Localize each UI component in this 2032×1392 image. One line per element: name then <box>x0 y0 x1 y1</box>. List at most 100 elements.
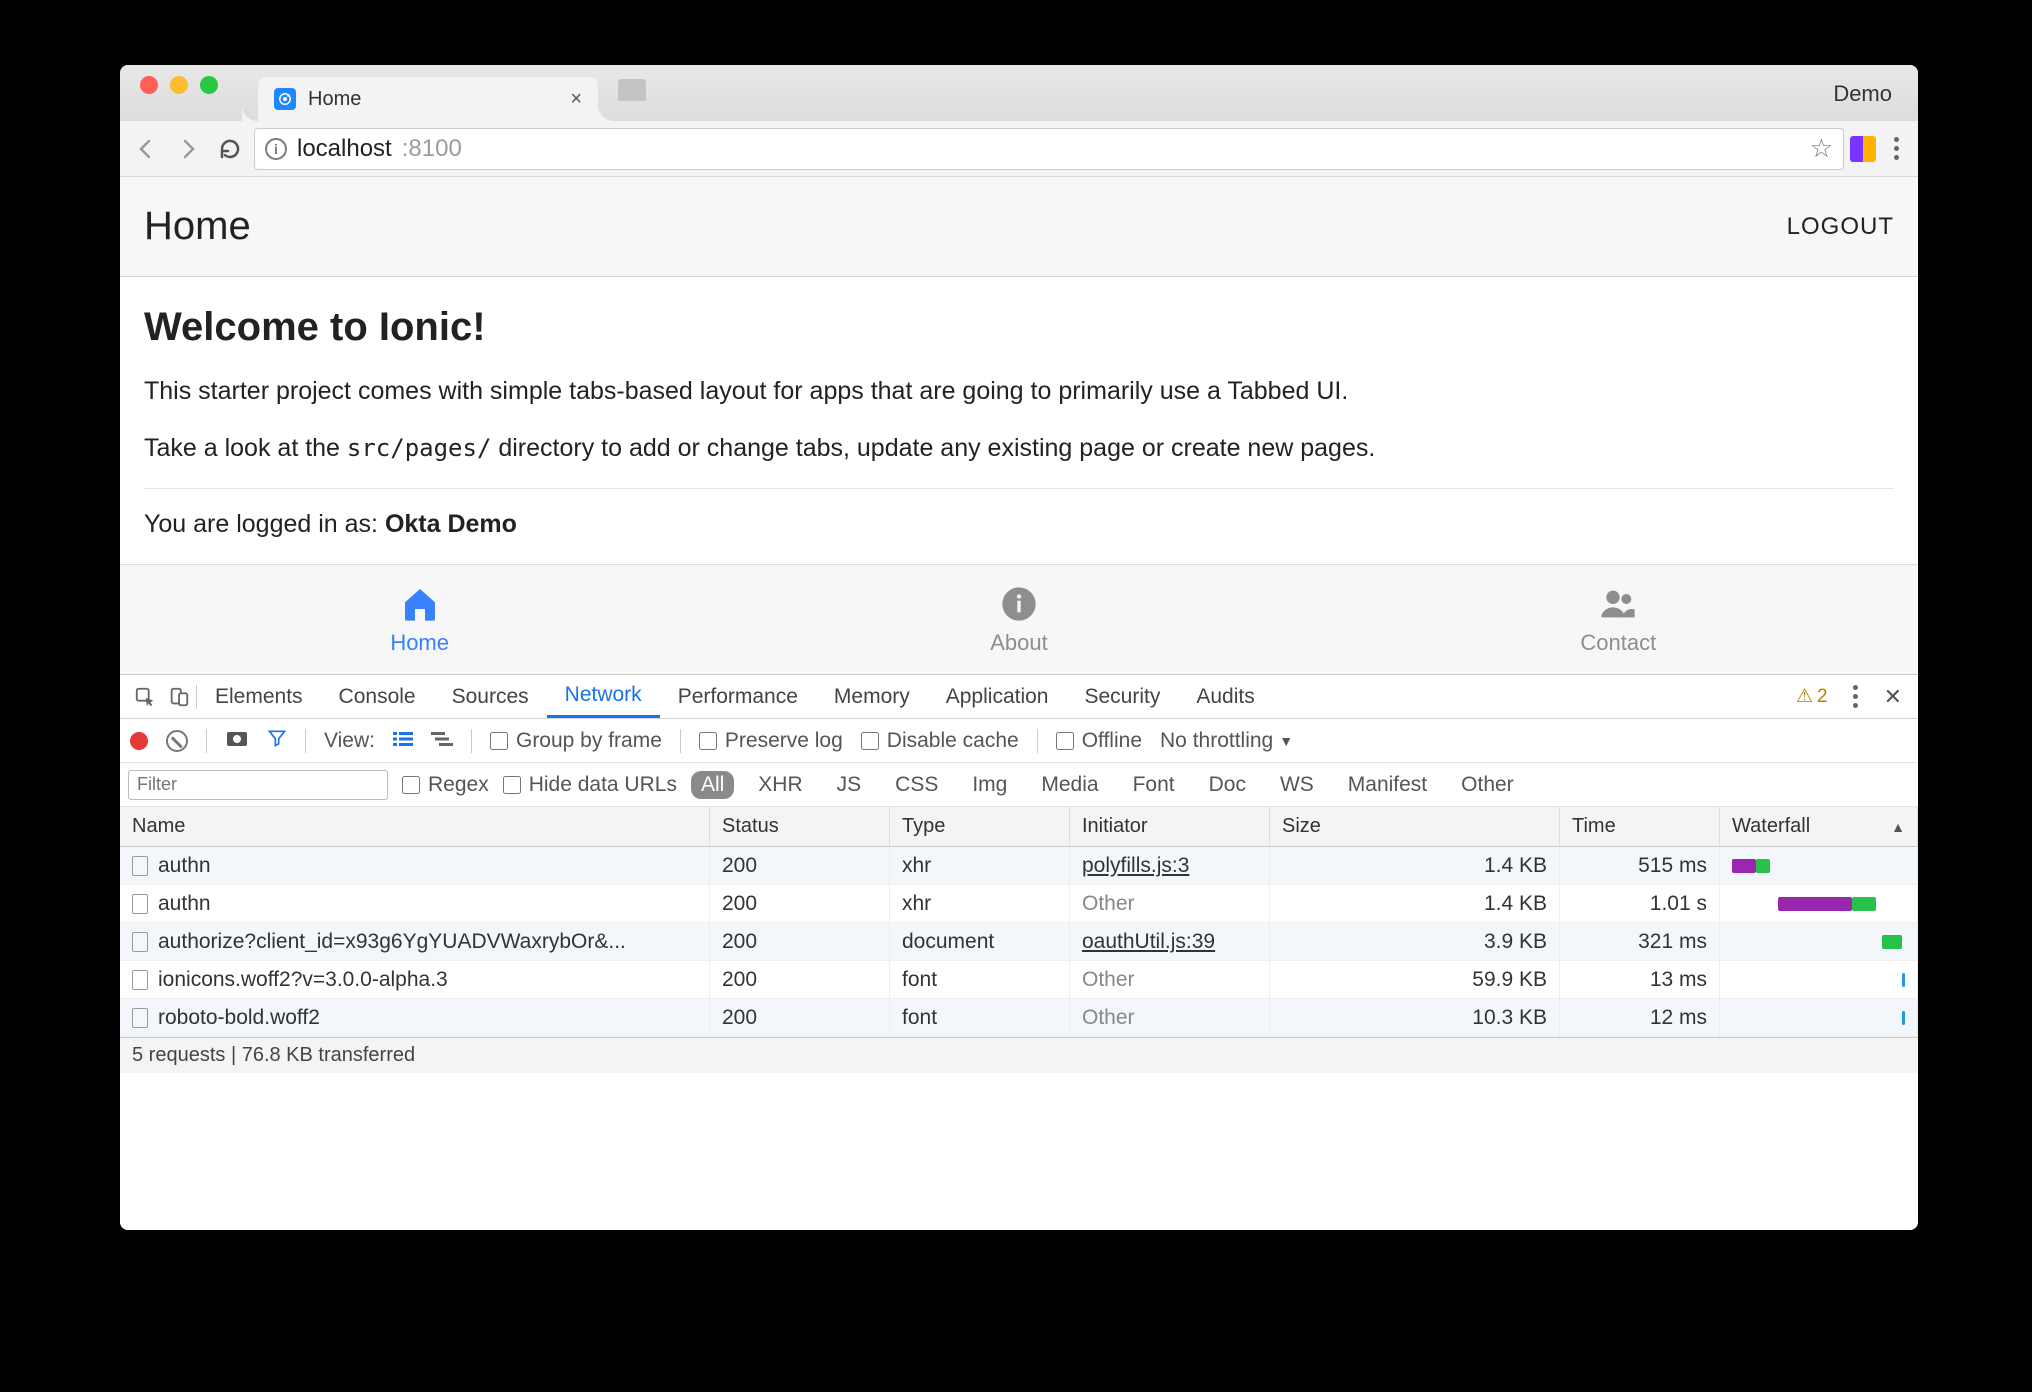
hide-data-urls-checkbox[interactable]: Hide data URLs <box>503 773 677 797</box>
screenshot-icon[interactable] <box>225 728 249 754</box>
table-row[interactable]: ionicons.woff2?v=3.0.0-alpha.3200fontOth… <box>120 961 1918 999</box>
filter-type-all[interactable]: All <box>691 771 734 799</box>
disable-cache-checkbox[interactable]: Disable cache <box>861 729 1019 753</box>
view-waterfall-icon[interactable] <box>431 729 453 753</box>
device-toggle-icon[interactable] <box>162 686 196 708</box>
browser-tab[interactable]: Home × <box>258 77 598 121</box>
profile-label[interactable]: Demo <box>1833 81 1908 121</box>
back-button[interactable] <box>128 131 164 167</box>
url-host: localhost <box>297 135 392 163</box>
close-tab-icon[interactable]: × <box>570 88 582 111</box>
titlebar: Home × Demo <box>120 65 1918 121</box>
filter-type-font[interactable]: Font <box>1123 771 1185 799</box>
close-window-button[interactable] <box>140 76 158 94</box>
login-status: You are logged in as: Okta Demo <box>144 507 1894 542</box>
record-button[interactable] <box>130 732 148 750</box>
logout-button[interactable]: LOGOUT <box>1787 213 1894 241</box>
file-icon <box>132 856 148 876</box>
file-icon <box>132 894 148 914</box>
network-table: NameStatusTypeInitiatorSizeTimeWaterfall… <box>120 807 1918 1037</box>
file-icon <box>132 932 148 952</box>
address-bar[interactable]: i localhost:8100 ☆ <box>254 128 1844 170</box>
new-tab-button[interactable] <box>618 79 646 101</box>
view-list-icon[interactable] <box>393 729 413 753</box>
network-filter-bar: Regex Hide data URLs All XHR JS CSS Img Media… <box>120 763 1918 807</box>
column-type[interactable]: Type <box>890 807 1070 846</box>
warning-count[interactable]: 2 <box>1796 685 1828 708</box>
devtools-tab-security[interactable]: Security <box>1066 675 1178 718</box>
filter-type-img[interactable]: Img <box>962 771 1017 799</box>
tab-home[interactable]: Home <box>120 565 719 674</box>
browser-menu-icon[interactable] <box>1882 137 1910 160</box>
column-name[interactable]: Name <box>120 807 710 846</box>
table-row[interactable]: authn200xhrpolyfills.js:31.4 KB515 ms <box>120 847 1918 885</box>
devtools-tab-sources[interactable]: Sources <box>434 675 547 718</box>
reload-button[interactable] <box>212 131 248 167</box>
devtools-tab-console[interactable]: Console <box>321 675 434 718</box>
ionic-favicon-icon <box>274 88 296 110</box>
devtools-menu-icon[interactable] <box>1842 685 1870 708</box>
network-status-bar: 5 requests | 76.8 KB transferred <box>120 1037 1918 1073</box>
ionic-tab-bar: Home About Contact <box>120 564 1918 674</box>
info-icon <box>999 584 1039 624</box>
filter-type-manifest[interactable]: Manifest <box>1338 771 1437 799</box>
inspect-element-icon[interactable] <box>128 686 162 708</box>
column-initiator[interactable]: Initiator <box>1070 807 1270 846</box>
window-controls <box>130 65 218 121</box>
intro-text-1: This starter project comes with simple t… <box>144 374 1894 409</box>
column-status[interactable]: Status <box>710 807 890 846</box>
network-table-header: NameStatusTypeInitiatorSizeTimeWaterfall… <box>120 807 1918 847</box>
tab-title: Home <box>308 88 558 111</box>
filter-toggle-icon[interactable] <box>267 728 287 754</box>
network-toolbar: View: Group by frame Preserve log Disabl… <box>120 719 1918 763</box>
regex-checkbox[interactable]: Regex <box>402 773 489 797</box>
url-bar-row: i localhost:8100 ☆ <box>120 121 1918 177</box>
tab-contact[interactable]: Contact <box>1319 565 1918 674</box>
page-content: Welcome to Ionic! This starter project c… <box>120 277 1918 564</box>
filter-type-ws[interactable]: WS <box>1270 771 1324 799</box>
devtools-tab-elements[interactable]: Elements <box>197 675 321 718</box>
bookmark-star-icon[interactable]: ☆ <box>1810 133 1833 164</box>
filter-input[interactable] <box>128 770 388 800</box>
app-viewport: Home LOGOUT Welcome to Ionic! This start… <box>120 177 1918 1230</box>
site-info-icon[interactable]: i <box>265 138 287 160</box>
view-label: View: <box>324 729 375 753</box>
filter-type-doc[interactable]: Doc <box>1199 771 1256 799</box>
group-by-frame-checkbox[interactable]: Group by frame <box>490 729 662 753</box>
column-size[interactable]: Size <box>1270 807 1560 846</box>
column-time[interactable]: Time <box>1560 807 1720 846</box>
devtools-tab-audits[interactable]: Audits <box>1178 675 1272 718</box>
devtools-tab-memory[interactable]: Memory <box>816 675 928 718</box>
table-row[interactable]: roboto-bold.woff2200fontOther10.3 KB12 m… <box>120 999 1918 1037</box>
devtools-close-icon[interactable]: ✕ <box>1884 684 1902 710</box>
contacts-icon <box>1598 584 1638 624</box>
file-icon <box>132 970 148 990</box>
filter-type-xhr[interactable]: XHR <box>748 771 812 799</box>
devtools-tab-network[interactable]: Network <box>547 675 660 718</box>
devtools-panel: ElementsConsoleSourcesNetworkPerformance… <box>120 674 1918 1073</box>
devtools-tab-application[interactable]: Application <box>928 675 1067 718</box>
extension-icon[interactable] <box>1850 136 1876 162</box>
login-user: Okta Demo <box>385 510 517 538</box>
table-row[interactable]: authn200xhrOther1.4 KB1.01 s <box>120 885 1918 923</box>
throttling-dropdown[interactable]: No throttling▼ <box>1160 729 1293 753</box>
forward-button[interactable] <box>170 131 206 167</box>
home-icon <box>400 584 440 624</box>
filter-type-other[interactable]: Other <box>1451 771 1524 799</box>
minimize-window-button[interactable] <box>170 76 188 94</box>
devtools-tab-bar: ElementsConsoleSourcesNetworkPerformance… <box>120 675 1918 719</box>
filter-type-media[interactable]: Media <box>1031 771 1108 799</box>
preserve-log-checkbox[interactable]: Preserve log <box>699 729 843 753</box>
tab-about[interactable]: About <box>719 565 1318 674</box>
browser-window: Home × Demo i localhost:8100 ☆ Home LOGO… <box>120 65 1918 1230</box>
code-path: src/pages/ <box>347 434 492 462</box>
offline-checkbox[interactable]: Offline <box>1056 729 1142 753</box>
app-header: Home LOGOUT <box>120 177 1918 277</box>
maximize-window-button[interactable] <box>200 76 218 94</box>
clear-button[interactable] <box>166 730 188 752</box>
filter-type-js[interactable]: JS <box>827 771 872 799</box>
filter-type-css[interactable]: CSS <box>885 771 948 799</box>
table-row[interactable]: authorize?client_id=x93g6YgYUADVWaxrybOr… <box>120 923 1918 961</box>
column-waterfall[interactable]: Waterfall▲ <box>1720 807 1918 846</box>
devtools-tab-performance[interactable]: Performance <box>660 675 816 718</box>
